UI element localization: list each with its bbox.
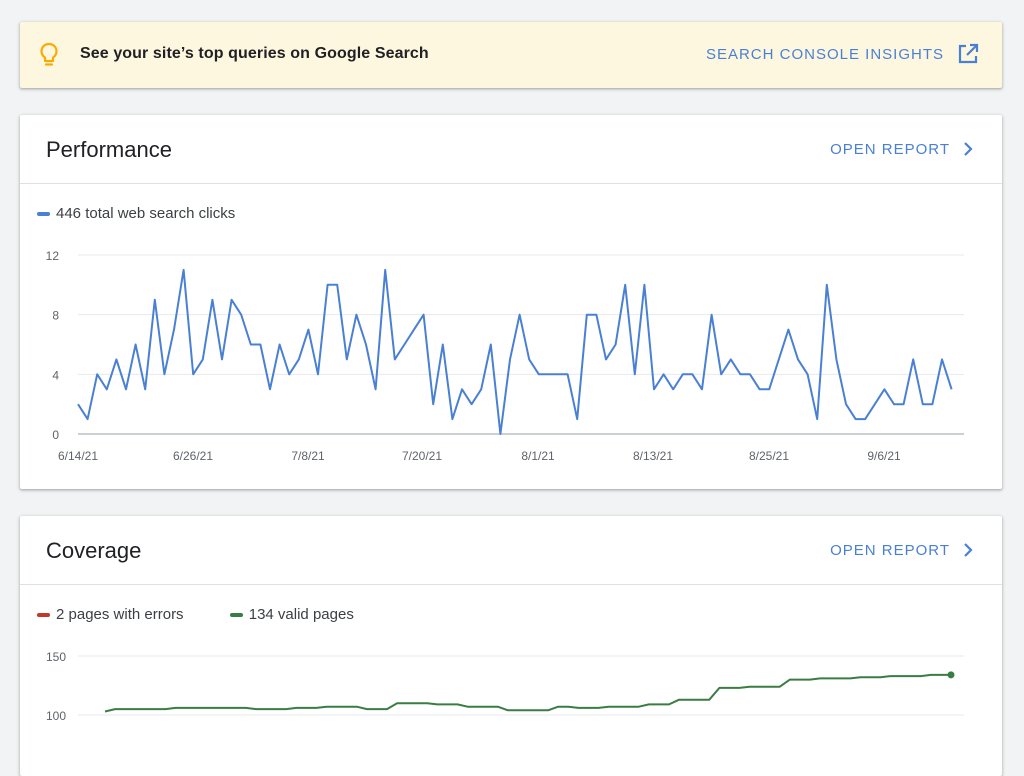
x-tick-label: 6/14/21 <box>58 449 98 463</box>
series-line-clicks <box>77 268 953 435</box>
x-tick-label: 8/13/21 <box>633 449 673 463</box>
y-tick-label: 12 <box>46 249 60 263</box>
open-in-new-icon[interactable] <box>956 42 980 66</box>
search-console-insights-link[interactable]: SEARCH CONSOLE INSIGHTS <box>706 46 944 63</box>
insights-banner: See your site’s top queries on Google Se… <box>20 22 1002 88</box>
y-tick-label: 4 <box>52 368 59 382</box>
y-tick-label: 0 <box>52 428 59 442</box>
series-end-point <box>947 671 955 679</box>
coverage-card: Coverage OPEN REPORT 2 pages with errors… <box>20 516 1002 776</box>
y-tick-label: 150 <box>46 650 66 664</box>
y-tick-label: 8 <box>52 309 59 323</box>
y-tick-label: 100 <box>46 709 66 723</box>
x-tick-label: 7/20/21 <box>402 449 442 463</box>
coverage-chart: 100 150 <box>46 650 964 723</box>
performance-card: Performance OPEN REPORT 446 total web se… <box>20 115 1002 489</box>
x-tick-label: 7/8/21 <box>291 449 325 463</box>
lightbulb-icon <box>40 42 58 66</box>
x-tick-label: 9/6/21 <box>867 449 901 463</box>
x-tick-label: 8/1/21 <box>521 449 555 463</box>
x-tick-label: 6/26/21 <box>173 449 213 463</box>
insights-text: See your site’s top queries on Google Se… <box>80 45 429 62</box>
performance-chart: 0 4 8 12 6/14/21 6/26/21 7/8/21 7/20/21 8/1/21 8/… <box>46 249 964 463</box>
series-line-valid-pages <box>104 673 951 713</box>
x-tick-label: 8/25/21 <box>749 449 789 463</box>
